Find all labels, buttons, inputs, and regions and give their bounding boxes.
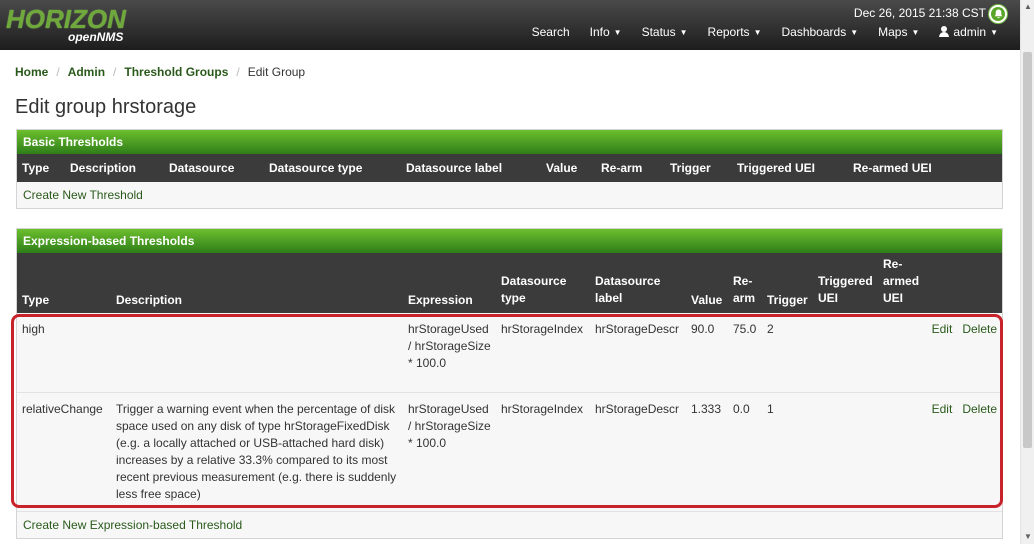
breadcrumb-current: Edit Group — [247, 65, 306, 79]
basic-thresholds-footer: Create New Threshold — [17, 182, 1002, 208]
cell-datasource-label: hrStorageDescr — [595, 401, 680, 416]
cell-triggered-uei — [813, 392, 878, 511]
column-header-type: Type — [22, 161, 50, 175]
breadcrumb-threshold-groups[interactable]: Threshold Groups — [124, 65, 228, 79]
basic-thresholds-heading: Basic Thresholds — [17, 130, 1002, 154]
nav-status[interactable]: Status ▼ — [632, 25, 698, 39]
notification-bell-icon[interactable] — [988, 4, 1008, 24]
caret-down-icon: ▼ — [679, 28, 688, 37]
column-header-triggered-uei: Triggered UEI — [737, 161, 816, 175]
edit-link[interactable]: Edit — [932, 402, 953, 416]
cell-trigger: 1 — [767, 401, 774, 416]
cell-datasource-type: hrStorageIndex — [501, 401, 584, 416]
breadcrumb-admin[interactable]: Admin — [68, 65, 105, 79]
breadcrumb-home[interactable]: Home — [15, 65, 48, 79]
cell-value: 90.0 — [691, 322, 715, 336]
cell-expression: hrStorageUsed / hrStorageSize * 100.0 — [408, 322, 491, 370]
nav-user-menu[interactable]: admin ▼ — [929, 25, 1008, 39]
cell-type: relativeChange — [22, 401, 103, 416]
column-header-expression: Expression — [408, 293, 473, 307]
column-header-trigger: Trigger — [767, 293, 808, 307]
table-row: high hrStorageUsed / hrStorageSize * 100… — [17, 313, 1002, 392]
page-scrollbar[interactable]: ▲ ▼ — [1020, 0, 1034, 544]
cell-rearm: 0.0 — [733, 401, 750, 416]
delete-link[interactable]: Delete — [962, 322, 997, 336]
cell-expression: hrStorageUsed / hrStorageSize * 100.0 — [408, 401, 491, 450]
cell-rearm: 75.0 — [733, 322, 757, 336]
column-header-rearmed-uei: Re-armed UEI — [853, 161, 932, 175]
column-header-actions — [924, 253, 1002, 313]
cell-actions: Edit Delete — [924, 313, 1002, 392]
opennms-logo[interactable]: HORIZON openNMS — [6, 4, 136, 46]
column-header-datasource-type: Datasource type — [501, 274, 567, 305]
column-header-rearm: Re-arm — [601, 161, 643, 175]
scrollbar-thumb[interactable] — [1023, 52, 1032, 448]
cell-description: Trigger a warning event when the percent… — [116, 401, 397, 501]
scroll-up-arrow-icon[interactable]: ▲ — [1021, 0, 1034, 14]
cell-rearmed-uei — [878, 392, 924, 511]
column-header-type: Type — [22, 293, 50, 307]
edit-link[interactable]: Edit — [932, 322, 953, 336]
basic-thresholds-table: Type Description Datasource Datasource t… — [17, 154, 1002, 182]
column-header-description: Description — [70, 161, 137, 175]
cell-value: 1.333 — [691, 401, 722, 416]
expression-thresholds-table: Type Description Expression Datasource t… — [17, 253, 1002, 512]
cell-rearmed-uei — [878, 313, 924, 392]
expression-thresholds-footer: Create New Expression-based Threshold — [17, 512, 1002, 538]
cell-triggered-uei — [813, 313, 878, 392]
create-new-threshold-link[interactable]: Create New Threshold — [23, 188, 143, 202]
breadcrumb-separator: / — [236, 65, 240, 79]
server-datetime: Dec 26, 2015 21:38 CST — [853, 6, 986, 20]
column-header-datasource-type: Datasource type — [269, 161, 363, 175]
caret-down-icon: ▼ — [753, 28, 762, 37]
column-header-trigger: Trigger — [670, 161, 711, 175]
page-title: Edit group hrstorage — [15, 96, 197, 118]
scroll-down-arrow-icon[interactable]: ▼ — [1021, 530, 1034, 544]
nav-dashboards[interactable]: Dashboards ▼ — [771, 25, 868, 39]
user-icon — [939, 26, 950, 37]
column-header-value: Value — [546, 161, 578, 175]
table-row: relativeChange Trigger a warning event w… — [17, 392, 1002, 511]
top-navbar: HORIZON openNMS Dec 26, 2015 21:38 CST S… — [0, 0, 1020, 50]
column-header-datasource: Datasource — [169, 161, 235, 175]
cell-datasource-label: hrStorageDescr — [595, 322, 680, 336]
column-header-rearm: Re-arm — [733, 274, 756, 305]
cell-type: high — [22, 322, 45, 336]
main-nav: Search Info ▼ Status ▼ Reports ▼ Dashboards… — [522, 25, 1008, 39]
basic-thresholds-panel: Basic Thresholds Type Description Dataso… — [16, 129, 1003, 209]
caret-down-icon: ▼ — [911, 28, 920, 37]
caret-down-icon: ▼ — [613, 28, 622, 37]
delete-link[interactable]: Delete — [962, 402, 997, 416]
nav-info[interactable]: Info ▼ — [580, 25, 632, 39]
caret-down-icon: ▼ — [850, 28, 859, 37]
column-header-triggered-uei: Triggered UEI — [818, 274, 873, 305]
nav-search[interactable]: Search — [522, 25, 580, 39]
logo-sub-text: openNMS — [68, 30, 124, 44]
column-header-rearmed-uei: Re-armed UEI — [883, 257, 920, 305]
nav-maps[interactable]: Maps ▼ — [868, 25, 929, 39]
nav-reports[interactable]: Reports ▼ — [698, 25, 772, 39]
cell-actions: Edit Delete — [924, 392, 1002, 511]
cell-description — [111, 313, 403, 392]
expression-thresholds-panel: Expression-based Thresholds Type Descrip… — [16, 228, 1003, 539]
column-header-value: Value — [691, 293, 723, 307]
caret-down-icon: ▼ — [990, 28, 998, 37]
breadcrumb: Home / Admin / Threshold Groups / Edit Group — [15, 65, 305, 79]
breadcrumb-separator: / — [113, 65, 117, 79]
cell-datasource-type: hrStorageIndex — [501, 322, 584, 336]
column-header-datasource-label: Datasource label — [595, 274, 661, 305]
cell-trigger: 2 — [767, 322, 774, 336]
breadcrumb-separator: / — [56, 65, 60, 79]
create-new-expression-threshold-link[interactable]: Create New Expression-based Threshold — [23, 518, 242, 532]
column-header-datasource-label: Datasource label — [406, 161, 503, 175]
expression-thresholds-heading: Expression-based Thresholds — [17, 229, 1002, 253]
column-header-description: Description — [116, 293, 183, 307]
